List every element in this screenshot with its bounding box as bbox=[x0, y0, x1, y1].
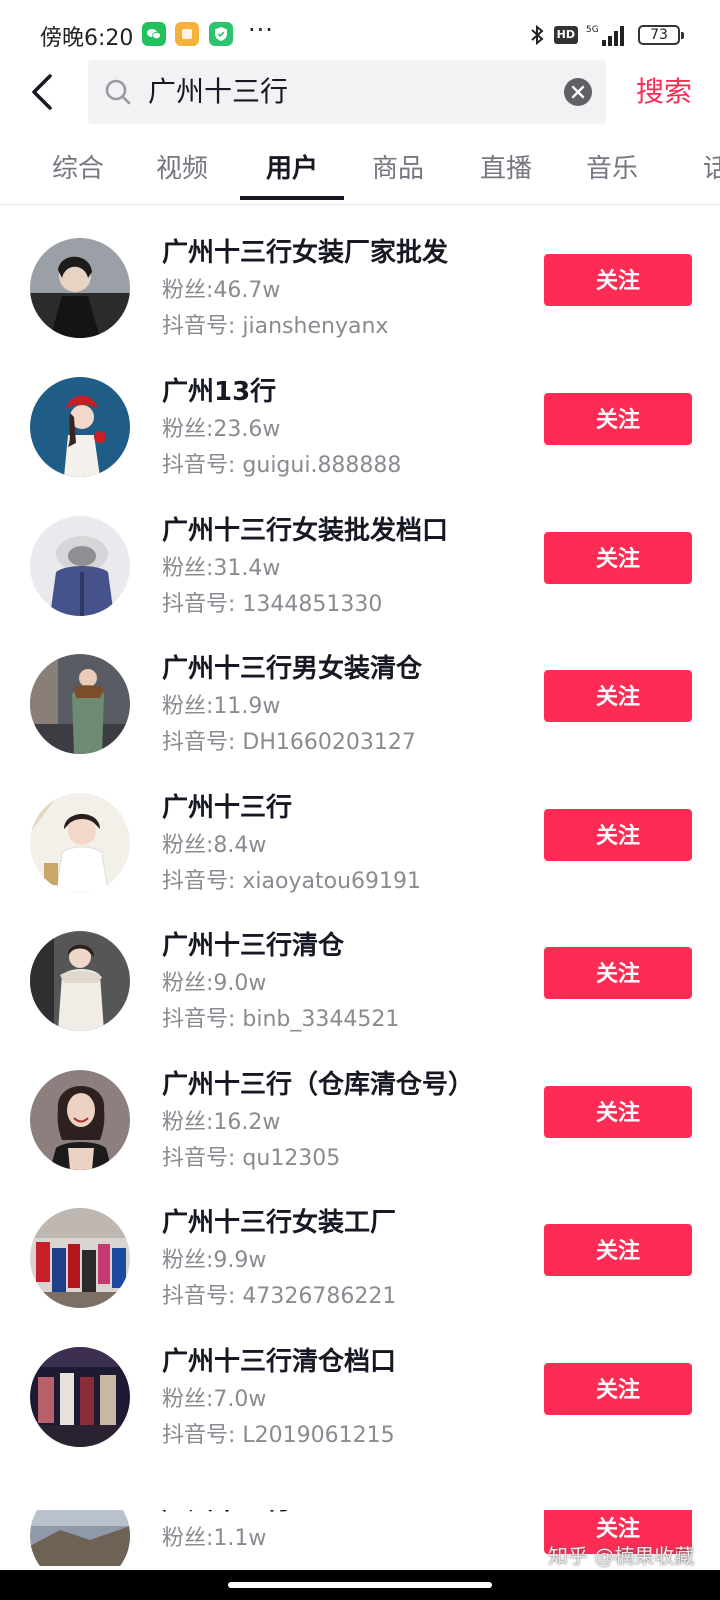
tab-topics[interactable]: 话 bbox=[664, 152, 720, 186]
tab-products[interactable]: 商品 bbox=[346, 152, 450, 186]
user-avatar[interactable] bbox=[30, 516, 130, 616]
cellular-signal-icon: 5G bbox=[586, 25, 624, 46]
security-shield-icon bbox=[209, 22, 233, 46]
chevron-left-icon bbox=[32, 74, 52, 110]
follow-button[interactable]: 关注 bbox=[544, 670, 692, 722]
user-name: 广州十三行女装批发档口 bbox=[162, 516, 449, 546]
user-row[interactable]: 广州十三行女装厂家批发 粉丝:46.7w 抖音号: jianshenyanx 关… bbox=[0, 238, 720, 378]
user-douyin-id: 抖音号: binb_3344521 bbox=[162, 1007, 400, 1032]
user-avatar[interactable] bbox=[30, 1070, 130, 1170]
user-avatar[interactable] bbox=[30, 793, 130, 893]
user-fans-count: 粉丝:1.1w bbox=[162, 1526, 267, 1551]
active-tab-indicator bbox=[240, 196, 344, 200]
user-douyin-id: 抖音号: DH1660203127 bbox=[162, 730, 416, 755]
user-fans-count: 粉丝:8.4w bbox=[162, 833, 267, 858]
follow-button[interactable]: 关注 bbox=[544, 1224, 692, 1276]
user-name: 广州13行 bbox=[162, 377, 277, 407]
tab-live[interactable]: 直播 bbox=[454, 152, 558, 186]
notes-app-icon bbox=[175, 22, 199, 46]
watermark: 知乎 @楠果收藏 bbox=[548, 1544, 695, 1568]
hd-voice-badge: HD bbox=[553, 26, 578, 44]
user-douyin-id: 抖音号: jianshenyanx bbox=[162, 314, 389, 339]
tab-users[interactable]: 用户 bbox=[240, 152, 344, 186]
follow-button[interactable]: 关注 bbox=[544, 809, 692, 861]
user-douyin-id: 抖音号: qu12305 bbox=[162, 1146, 341, 1171]
user-avatar[interactable] bbox=[30, 654, 130, 754]
wechat-icon bbox=[142, 22, 166, 46]
user-name: 广州十三行女装工厂 bbox=[162, 1208, 397, 1238]
user-douyin-id: 抖音号: 1344851330 bbox=[162, 592, 383, 617]
user-avatar[interactable] bbox=[30, 1347, 130, 1447]
user-fans-count: 粉丝:7.0w bbox=[162, 1387, 267, 1412]
tab-music[interactable]: 音乐 bbox=[560, 152, 664, 186]
follow-button[interactable]: 关注 bbox=[544, 1086, 692, 1138]
user-row[interactable]: 广州13行 粉丝:23.6w 抖音号: guigui.888888 关注 bbox=[0, 377, 720, 517]
status-indicators: HD 5G 73 bbox=[528, 22, 684, 48]
user-row[interactable]: 广州十三行清仓档口 粉丝:7.0w 抖音号: L2019061215 关注 bbox=[0, 1347, 720, 1487]
user-douyin-id: 抖音号: xiaoyatou69191 bbox=[162, 869, 421, 894]
user-name: 广州十三行女装厂家批发 bbox=[162, 238, 449, 268]
status-time: 傍晚6:20 bbox=[40, 26, 134, 51]
user-row[interactable]: 广州十三行清仓 粉丝:9.0w 抖音号: binb_3344521 关注 bbox=[0, 931, 720, 1071]
more-notifications-icon: ··· bbox=[248, 16, 274, 44]
tab-comprehensive[interactable]: 综合 bbox=[26, 152, 130, 186]
user-avatar[interactable] bbox=[30, 931, 130, 1031]
user-fans-count: 粉丝:9.0w bbox=[162, 971, 267, 996]
battery-level: 73 bbox=[650, 27, 668, 43]
user-douyin-id: 抖音号: L2019061215 bbox=[162, 1423, 395, 1448]
user-name: 广州十三行（仓库清仓号） bbox=[162, 1070, 475, 1100]
user-name: 广州十三行清仓 bbox=[162, 931, 345, 961]
user-fans-count: 粉丝:31.4w bbox=[162, 556, 281, 581]
user-name: 广州十三行 bbox=[162, 793, 293, 823]
user-fans-count: 粉丝:16.2w bbox=[162, 1110, 281, 1135]
search-button[interactable]: 搜索 bbox=[636, 74, 692, 110]
user-avatar[interactable] bbox=[30, 1510, 130, 1566]
network-type-label: 5G bbox=[586, 25, 599, 35]
back-button[interactable] bbox=[28, 72, 58, 112]
follow-button[interactable]: 关注 bbox=[544, 254, 692, 306]
user-avatar[interactable] bbox=[30, 377, 130, 477]
search-icon bbox=[105, 79, 131, 105]
user-row[interactable]: 广州十三行女装工厂 粉丝:9.9w 抖音号: 47326786221 关注 bbox=[0, 1208, 720, 1348]
user-name: 广州十三行清仓档口 bbox=[162, 1347, 397, 1377]
search-input[interactable]: 广州十三行 bbox=[88, 60, 606, 124]
user-row[interactable]: 广州十三行 粉丝:8.4w 抖音号: xiaoyatou69191 关注 bbox=[0, 793, 720, 933]
user-douyin-id: 抖音号: guigui.888888 bbox=[162, 453, 402, 478]
search-query-text[interactable]: 广州十三行 bbox=[148, 74, 288, 110]
user-fans-count: 粉丝:46.7w bbox=[162, 278, 281, 303]
home-indicator[interactable] bbox=[228, 1582, 492, 1588]
user-douyin-id: 抖音号: 47326786221 bbox=[162, 1284, 397, 1309]
follow-button[interactable]: 关注 bbox=[544, 947, 692, 999]
search-result-tabs: 综合 视频 用户 商品 直播 音乐 话 bbox=[0, 134, 720, 205]
status-bar: 傍晚6:20 ··· HD 5G 73 bbox=[0, 0, 720, 68]
clear-search-icon[interactable] bbox=[564, 78, 592, 106]
battery-icon: 73 bbox=[638, 25, 684, 45]
user-row[interactable]: 广州十三行男女装清仓 粉丝:11.9w 抖音号: DH1660203127 关注 bbox=[0, 654, 720, 794]
user-fans-count: 粉丝:23.6w bbox=[162, 417, 281, 442]
tab-videos[interactable]: 视频 bbox=[130, 152, 234, 186]
user-fans-count: 粉丝:9.9w bbox=[162, 1248, 267, 1273]
follow-button[interactable]: 关注 bbox=[544, 532, 692, 584]
user-name: 广州十三行 bbox=[162, 1510, 292, 1518]
user-row[interactable]: 广州十三行（仓库清仓号） 粉丝:16.2w 抖音号: qu12305 关注 bbox=[0, 1070, 720, 1210]
user-avatar[interactable] bbox=[30, 238, 130, 338]
bluetooth-icon bbox=[530, 24, 544, 46]
follow-button[interactable]: 关注 bbox=[544, 393, 692, 445]
user-avatar[interactable] bbox=[30, 1208, 130, 1308]
user-fans-count: 粉丝:11.9w bbox=[162, 694, 281, 719]
user-row[interactable]: 广州十三行女装批发档口 粉丝:31.4w 抖音号: 1344851330 关注 bbox=[0, 516, 720, 656]
user-name: 广州十三行男女装清仓 bbox=[162, 654, 423, 684]
follow-button[interactable]: 关注 bbox=[544, 1363, 692, 1415]
